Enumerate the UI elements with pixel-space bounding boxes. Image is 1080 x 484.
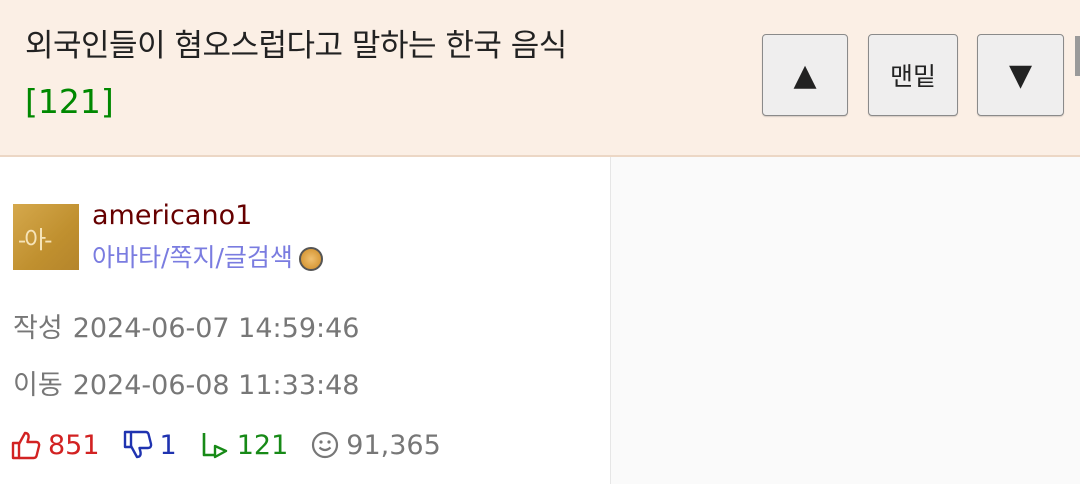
view-count: 91,365	[346, 429, 441, 461]
author-name[interactable]: americano1	[92, 198, 252, 234]
scroll-down-button[interactable]: ▼	[977, 34, 1064, 116]
author-links: 아바타 / 쪽지 / 글검색	[92, 241, 323, 275]
created-date-row: 작성 2024-06-07 14:59:46	[13, 311, 359, 347]
avatar-glyph: -아-	[18, 226, 52, 254]
link-separator: /	[215, 243, 224, 272]
thumbs-up-icon	[11, 431, 41, 460]
search-posts-link[interactable]: 글검색	[224, 241, 293, 275]
reply-stat[interactable]: 121	[199, 429, 289, 461]
avatar-link[interactable]: 아바타	[92, 241, 161, 275]
smiley-face-icon	[312, 431, 339, 459]
message-link[interactable]: 쪽지	[169, 241, 215, 275]
moved-label: 이동	[13, 370, 63, 401]
triangle-down-icon: ▼	[1008, 57, 1033, 93]
moved-date: 2024-06-08 11:33:48	[72, 370, 360, 401]
moved-date-row: 이동 2024-06-08 11:33:48	[13, 368, 359, 404]
scroll-up-button[interactable]: ▲	[762, 34, 848, 116]
post-header: 외국인들이 혐오스럽다고 말하는 한국 음식 [121] ▲ 맨밑 ▼	[0, 0, 1080, 157]
side-panel	[610, 157, 1080, 484]
post-title: 외국인들이 혐오스럽다고 말하는 한국 음식	[25, 28, 567, 64]
view-stat: 91,365	[310, 429, 441, 461]
downvote-stat[interactable]: 1	[122, 429, 177, 461]
comment-count[interactable]: [121]	[25, 80, 114, 124]
thumbs-down-icon	[123, 430, 152, 459]
reply-count: 121	[236, 429, 289, 461]
created-label: 작성	[13, 313, 63, 344]
reply-arrow-icon	[202, 433, 227, 459]
link-separator: /	[161, 243, 170, 272]
upvote-count: 851	[48, 429, 100, 461]
scroll-to-bottom-button[interactable]: 맨밑	[868, 34, 958, 116]
created-date: 2024-06-07 14:59:46	[72, 313, 360, 344]
triangle-up-icon: ▲	[793, 57, 817, 93]
downvote-count: 1	[159, 429, 177, 461]
post-stats: 851 1 121 91,365	[10, 425, 463, 465]
scrollbar-thumb[interactable]	[1075, 36, 1080, 76]
upvote-stat[interactable]: 851	[10, 429, 100, 461]
level-badge-icon	[298, 247, 323, 271]
avatar[interactable]: -아-	[13, 204, 79, 270]
